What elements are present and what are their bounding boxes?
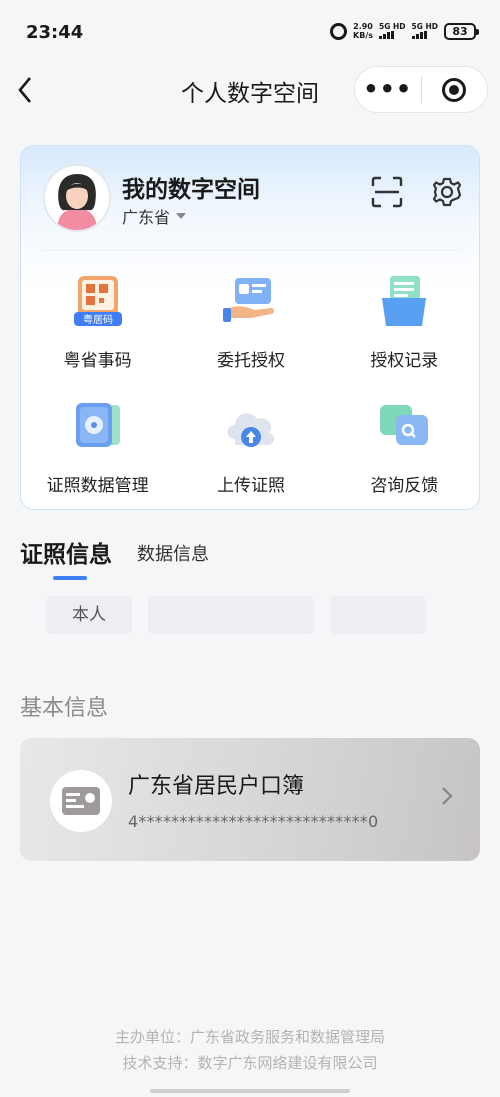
close-button[interactable] [422,77,488,102]
battery-icon: 83 [444,22,479,40]
speed-unit: KB/s [353,31,373,40]
qr-card-icon: 粤居码 [73,276,122,326]
service-consult-feedback[interactable]: 咨询反馈 [328,391,479,506]
certificate-title: 广东省居民户口簿 [128,774,305,799]
filter-chips: 本人 [46,596,426,634]
service-label: 咨询反馈 [370,476,439,496]
gear-icon [432,177,462,207]
id-card-glyph [62,787,100,815]
region-selector[interactable]: 广东省 [122,204,187,228]
signal-bars-icon [411,31,427,39]
settings-button[interactable] [431,176,463,208]
qr-card-icon-text: 粤居码 [83,313,113,326]
digital-space-title: 我的数字空间 [122,177,260,203]
section-title-basic-info: 基本信息 [20,696,109,721]
mini-program-capsule: ••• [354,66,488,113]
target-icon [442,77,467,102]
home-indicator [150,1089,350,1093]
sim1-signal: 5G HD [379,23,406,39]
info-tabs: 证照信息 数据信息 [20,532,480,582]
cloud-upload-icon [227,413,275,447]
network-speed: 2.90 KB/s [353,22,373,40]
user-avatar-icon [57,174,97,230]
card-divider [41,250,459,251]
caret-down-icon [176,213,187,219]
hand-card-icon [222,278,274,322]
service-label: 授权记录 [370,351,439,371]
speed-value: 2.90 [353,22,373,31]
status-time: 23:44 [26,22,84,43]
signal-bars-icon [379,31,394,39]
service-label: 证照数据管理 [46,476,149,496]
digital-space-card: 我的数字空间 广东省 粤居码 粤省事码 委托授权 授权记录 证照数据管理 上传证… [20,145,480,510]
status-bar: 23:44 2.90 KB/s 5G HD 5G HD 83 [0,0,500,62]
more-button[interactable]: ••• [355,66,421,113]
service-license-data-management[interactable]: 证照数据管理 [21,391,174,506]
alarm-icon [330,22,348,40]
footer-tech-support: 技术支持：数字广东网络建设有限公司 [122,1054,378,1072]
footer-organizer: 主办单位：广东省政务服务和数据管理局 [114,1028,385,1046]
scan-icon [371,176,403,208]
sim2-signal: 5G HD [411,22,439,39]
tab-license-info[interactable]: 证照信息 [20,535,112,569]
status-icons: 2.90 KB/s 5G HD 5G HD 83 [330,22,479,40]
service-label: 委托授权 [216,351,285,371]
active-tab-indicator [53,576,87,580]
ellipsis-icon: ••• [363,75,413,103]
sim2-label: 5G HD [411,22,439,31]
file-folder-icon [382,276,427,326]
sim1-label: 5G HD [379,22,406,31]
service-grid: 粤居码 粤省事码 委托授权 授权记录 证照数据管理 上传证照 咨询反馈 [21,266,479,506]
id-card-icon [50,770,112,832]
nav-bar: 个人数字空间 ••• [0,62,500,118]
service-delegate-authorization[interactable]: 委托授权 [174,266,327,381]
certificate-number: 4****************************0 [128,812,379,831]
chat-bubbles-icon [380,405,429,445]
filter-chip[interactable] [148,596,314,634]
region-label: 广东省 [122,208,171,227]
chevron-right-icon [440,784,454,814]
certificate-card[interactable]: 广东省居民户口簿 4****************************0 [20,738,480,861]
service-upload-license[interactable]: 上传证照 [174,391,327,506]
scan-button[interactable] [371,176,403,208]
service-yueshengshi-code[interactable]: 粤居码 粤省事码 [21,266,174,381]
footer: 主办单位：广东省政务服务和数据管理局 技术支持：数字广东网络建设有限公司 [0,1024,500,1076]
service-label: 上传证照 [216,476,285,496]
tab-data-info[interactable]: 数据信息 [137,540,209,566]
service-authorization-records[interactable]: 授权记录 [328,266,479,381]
filter-chip-self[interactable]: 本人 [46,596,132,634]
safe-icon [75,403,120,447]
avatar[interactable] [43,164,111,232]
service-label: 粤省事码 [63,351,132,371]
filter-chip[interactable] [330,596,426,634]
